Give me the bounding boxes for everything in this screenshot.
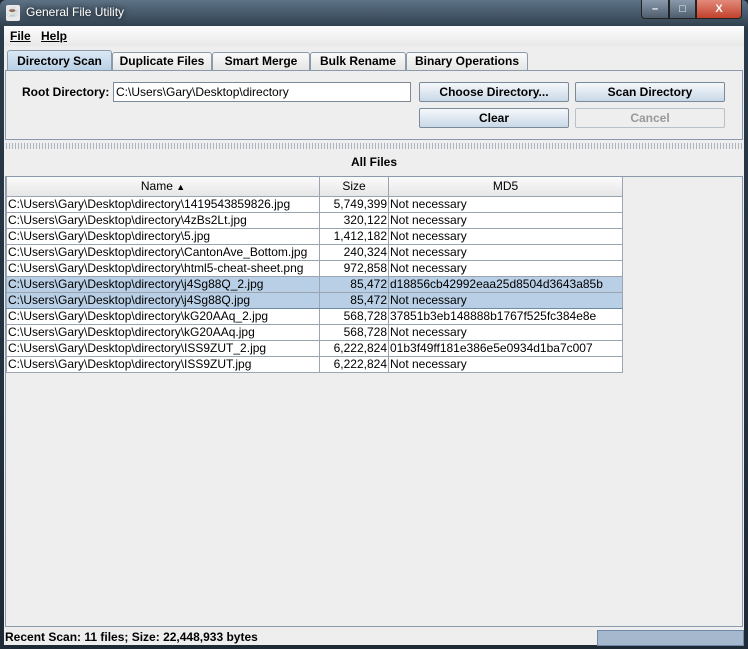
java-icon: ☕ bbox=[6, 5, 20, 21]
cell-size[interactable]: 320,122 bbox=[319, 211, 389, 229]
tab-bulk-rename[interactable]: Bulk Rename bbox=[310, 52, 406, 71]
cell-size[interactable]: 85,472 bbox=[319, 291, 389, 309]
files-table-scrollpane: Name ▲ Size MD5 C:\Users\Gary\Desktop\di… bbox=[5, 176, 743, 627]
cancel-button: Cancel bbox=[575, 108, 725, 128]
cell-md5[interactable]: Not necessary bbox=[388, 323, 623, 341]
status-bar: Recent Scan: 11 files; Size: 22,448,933 … bbox=[4, 629, 744, 646]
menu-bar: File Help bbox=[4, 26, 744, 46]
root-directory-label: Root Directory: bbox=[22, 85, 110, 99]
cell-size[interactable]: 1,412,182 bbox=[319, 227, 389, 245]
cell-size[interactable]: 5,749,399 bbox=[319, 195, 389, 213]
cell-name[interactable]: C:\Users\Gary\Desktop\directory\j4Sg88Q_… bbox=[6, 275, 320, 293]
table-row[interactable]: C:\Users\Gary\Desktop\directory\4zBs2Lt.… bbox=[6, 211, 623, 229]
sort-ascending-icon: ▲ bbox=[176, 182, 186, 193]
cell-size[interactable]: 972,858 bbox=[319, 259, 389, 277]
minimize-button[interactable]: – bbox=[641, 0, 669, 19]
cell-md5[interactable]: Not necessary bbox=[388, 259, 623, 277]
choose-directory-button[interactable]: Choose Directory... bbox=[419, 82, 569, 102]
cell-name[interactable]: C:\Users\Gary\Desktop\directory\5.jpg bbox=[6, 227, 320, 245]
cell-name[interactable]: C:\Users\Gary\Desktop\directory\ISS9ZUT.… bbox=[6, 355, 320, 373]
table-row[interactable]: C:\Users\Gary\Desktop\directory\kG20AAq_… bbox=[6, 307, 623, 325]
cell-md5[interactable]: Not necessary bbox=[388, 227, 623, 245]
cell-size[interactable]: 240,324 bbox=[319, 243, 389, 261]
tab-directory-scan[interactable]: Directory Scan bbox=[7, 50, 112, 71]
close-button[interactable]: X bbox=[696, 0, 742, 19]
tab-binary-operations[interactable]: Binary Operations bbox=[406, 52, 528, 71]
table-row[interactable]: C:\Users\Gary\Desktop\directory\j4Sg88Q.… bbox=[6, 291, 623, 309]
clear-button[interactable]: Clear bbox=[419, 108, 569, 128]
window-title: General File Utility bbox=[26, 5, 125, 19]
column-header-size[interactable]: Size bbox=[319, 177, 389, 197]
cell-size[interactable]: 568,728 bbox=[319, 307, 389, 325]
client-area: File Help Directory Scan Duplicate Files… bbox=[4, 26, 744, 646]
table-row[interactable]: C:\Users\Gary\Desktop\directory\kG20AAq.… bbox=[6, 323, 623, 341]
cell-size[interactable]: 6,222,824 bbox=[319, 339, 389, 357]
all-files-title: All Files bbox=[350, 155, 397, 169]
cell-name[interactable]: C:\Users\Gary\Desktop\directory\kG20AAq.… bbox=[6, 323, 320, 341]
table-row[interactable]: C:\Users\Gary\Desktop\directory\ISS9ZUT.… bbox=[6, 355, 623, 373]
maximize-button[interactable]: □ bbox=[669, 0, 696, 19]
menu-help[interactable]: Help bbox=[41, 29, 67, 43]
table-row[interactable]: C:\Users\Gary\Desktop\directory\CantonAv… bbox=[6, 243, 623, 261]
menu-help-label: Help bbox=[41, 29, 68, 43]
cell-md5[interactable]: Not necessary bbox=[388, 355, 623, 373]
table-row[interactable]: C:\Users\Gary\Desktop\directory\14195438… bbox=[6, 195, 623, 213]
tab-smart-merge[interactable]: Smart Merge bbox=[212, 52, 310, 71]
status-text: Recent Scan: 11 files; Size: 22,448,933 … bbox=[5, 630, 258, 644]
root-directory-input[interactable]: C:\Users\Gary\Desktop\directory bbox=[113, 82, 411, 102]
cell-name[interactable]: C:\Users\Gary\Desktop\directory\j4Sg88Q.… bbox=[6, 291, 320, 309]
cell-md5[interactable]: 01b3f49ff181e386e5e0934d1ba7c007 bbox=[388, 339, 623, 357]
column-header-name[interactable]: Name ▲ bbox=[6, 177, 320, 197]
cell-md5[interactable]: Not necessary bbox=[388, 291, 623, 309]
scan-directory-button[interactable]: Scan Directory bbox=[575, 82, 725, 102]
cell-md5[interactable]: 37851b3eb148888b1767f525fc384e8e bbox=[388, 307, 623, 325]
cell-name[interactable]: C:\Users\Gary\Desktop\directory\ISS9ZUT_… bbox=[6, 339, 320, 357]
cell-size[interactable]: 6,222,824 bbox=[319, 355, 389, 373]
app-window: ☕ General File Utility – □ X File Help D… bbox=[0, 0, 748, 649]
cell-name[interactable]: C:\Users\Gary\Desktop\directory\kG20AAq_… bbox=[6, 307, 320, 325]
cell-md5[interactable]: Not necessary bbox=[388, 243, 623, 261]
column-name-label: Name bbox=[140, 179, 173, 194]
cell-md5[interactable]: d18856cb42992eaa25d8504d3643a85b bbox=[388, 275, 623, 293]
cell-name[interactable]: C:\Users\Gary\Desktop\directory\CantonAv… bbox=[6, 243, 320, 261]
cell-md5[interactable]: Not necessary bbox=[388, 211, 623, 229]
table-row[interactable]: C:\Users\Gary\Desktop\directory\j4Sg88Q_… bbox=[6, 275, 623, 293]
table-row[interactable]: C:\Users\Gary\Desktop\directory\5.jpg 1,4… bbox=[6, 227, 623, 245]
tab-duplicate-files[interactable]: Duplicate Files bbox=[112, 52, 212, 71]
cell-size[interactable]: 85,472 bbox=[319, 275, 389, 293]
files-table: Name ▲ Size MD5 C:\Users\Gary\Desktop\di… bbox=[6, 177, 623, 373]
scan-panel: Root Directory: C:\Users\Gary\Desktop\di… bbox=[5, 70, 743, 140]
cell-size[interactable]: 568,728 bbox=[319, 323, 389, 341]
menu-file[interactable]: File bbox=[10, 29, 31, 43]
cell-name[interactable]: C:\Users\Gary\Desktop\directory\4zBs2Lt.… bbox=[6, 211, 320, 229]
menu-file-label: File bbox=[10, 29, 31, 43]
table-row[interactable]: C:\Users\Gary\Desktop\directory\ISS9ZUT_… bbox=[6, 339, 623, 357]
cell-name[interactable]: C:\Users\Gary\Desktop\directory\14195438… bbox=[6, 195, 320, 213]
table-header: Name ▲ Size MD5 bbox=[6, 177, 623, 197]
tab-bar: Directory Scan Duplicate Files Smart Mer… bbox=[4, 50, 744, 71]
cell-md5[interactable]: Not necessary bbox=[388, 195, 623, 213]
title-bar[interactable]: ☕ General File Utility – □ X bbox=[0, 0, 748, 26]
column-header-md5[interactable]: MD5 bbox=[388, 177, 623, 197]
table-row[interactable]: C:\Users\Gary\Desktop\directory\html5-ch… bbox=[6, 259, 623, 277]
progress-bar bbox=[597, 630, 744, 646]
cell-name[interactable]: C:\Users\Gary\Desktop\directory\html5-ch… bbox=[6, 259, 320, 277]
